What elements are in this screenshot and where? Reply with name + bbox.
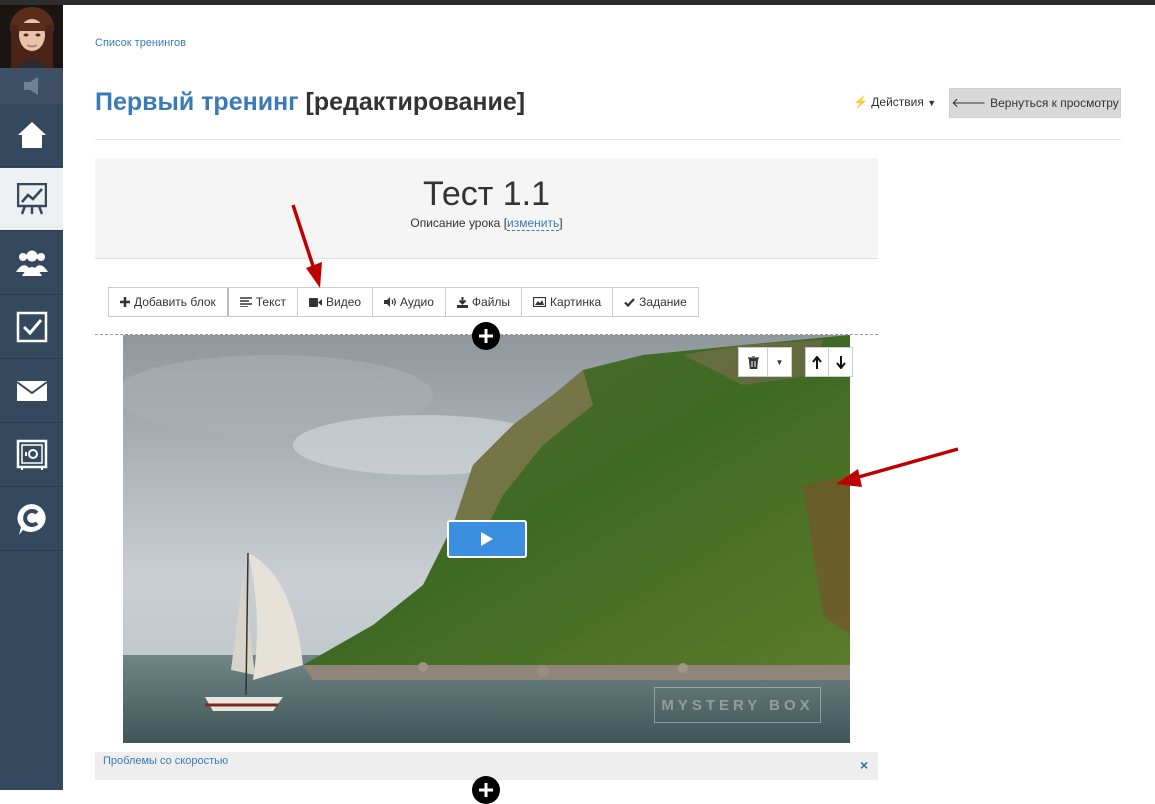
annotation-arrow-player <box>836 447 959 487</box>
annotation-arrow-video <box>291 204 322 288</box>
annotation-arrows <box>291 204 959 487</box>
